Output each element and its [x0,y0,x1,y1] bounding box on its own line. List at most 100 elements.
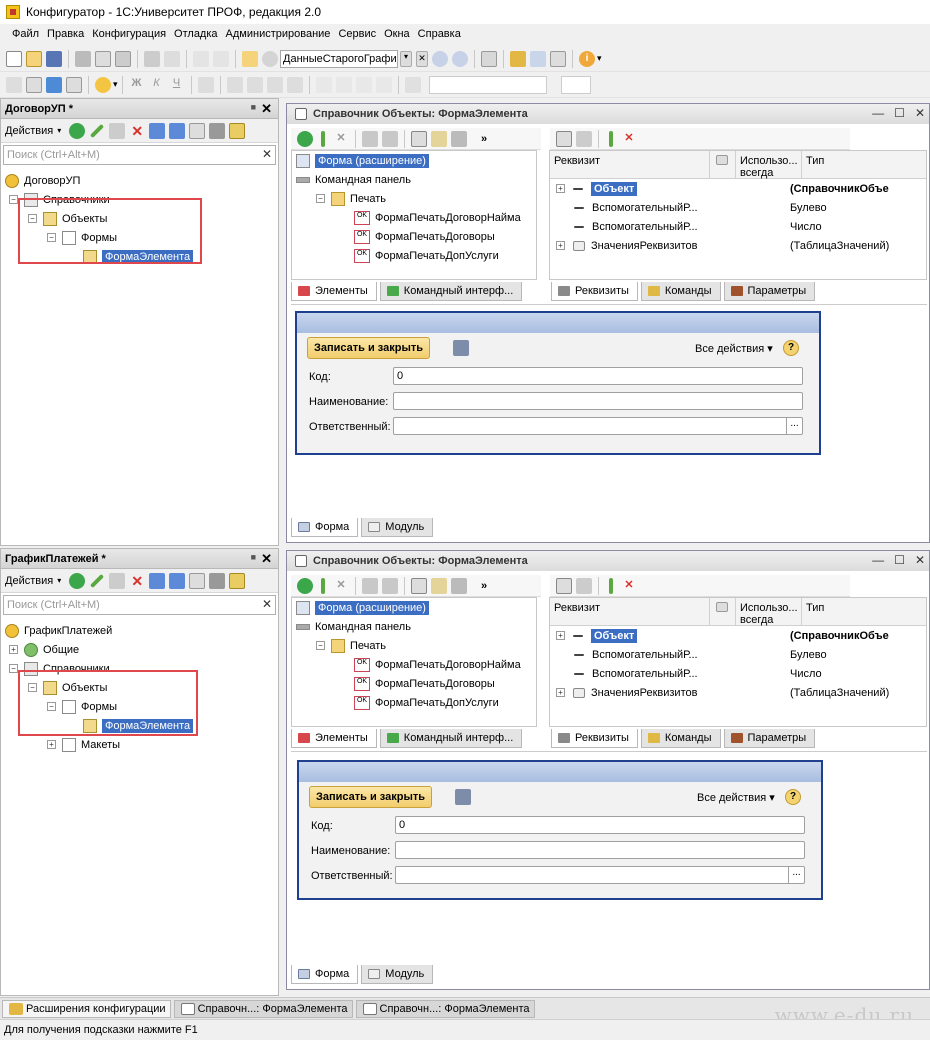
help-icon[interactable]: ? [785,789,801,805]
move-up-icon[interactable] [149,122,166,139]
attribute-row[interactable]: ВспомогательныйР... Число [550,664,926,683]
attribute-row[interactable]: + Объект (СправочникОбъе [550,626,926,645]
attribute-list-icon[interactable] [576,577,592,594]
undo-icon[interactable] [193,50,209,67]
tab-form[interactable]: Форма [291,518,359,537]
tree-node-root[interactable]: ДоговорУП [1,171,278,190]
search-combo[interactable]: ДанныеСтарогоГрафи [280,49,398,68]
pencil-icon[interactable] [609,577,613,594]
clear-search-icon[interactable]: ✕ [262,147,272,161]
save-icon[interactable] [46,50,62,67]
close-icon[interactable]: ✕ [915,106,925,120]
help-icon[interactable]: ? [783,340,799,356]
tab-attributes[interactable]: Реквизиты [551,282,638,301]
element-row[interactable]: OK ФормаПечатьДоговорНайма [292,655,536,674]
attribute-row[interactable]: ВспомогательныйР... Число [550,217,926,236]
grid-icon[interactable] [404,76,421,93]
find-in-folder-icon[interactable] [242,50,258,67]
add-icon[interactable] [69,122,86,139]
align-center-icon[interactable] [335,76,352,93]
element-row[interactable]: Форма (расширение) [292,151,536,170]
filter-icon[interactable] [209,122,226,139]
delete-icon[interactable]: ✕ [333,578,349,594]
attribute-row[interactable]: + ЗначенияРеквизитов (ТаблицаЗначений) [550,236,926,255]
menu-help[interactable]: Справка [414,28,465,40]
size-combo[interactable] [560,75,591,94]
tab-module[interactable]: Модуль [361,965,434,984]
menu-debug[interactable]: Отладка [170,28,221,40]
collapse-icon[interactable]: − [9,195,18,204]
add-icon[interactable] [69,572,86,589]
tab-parameters[interactable]: Параметры [723,282,816,301]
code-field[interactable]: 0 [393,367,803,385]
pencil-icon[interactable] [609,130,613,147]
tree-node-root[interactable]: ГрафикПлатежей [1,621,278,640]
element-row[interactable]: Командная панель [292,617,536,636]
tree-node-templates[interactable]: + Макеты [1,735,278,754]
col-type[interactable]: Тип [802,151,912,178]
run-dropdown-icon[interactable]: ▾ [113,79,118,90]
minimize-icon[interactable]: — [872,553,884,567]
pin-icon[interactable]: ■ [251,102,256,112]
open-folder-icon[interactable] [26,50,42,67]
fill-color-icon[interactable] [246,76,263,93]
cut-icon[interactable] [75,50,91,67]
tab-form[interactable]: Форма [291,965,359,984]
collapse-icon[interactable]: − [316,194,325,203]
preview-icon[interactable] [164,50,180,67]
italic-icon[interactable]: К [149,77,165,93]
bold-icon[interactable]: Ж [129,77,145,93]
menu-edit[interactable]: Правка [43,28,88,40]
menu-service[interactable]: Сервис [334,28,380,40]
toolbar-more-icon[interactable]: ▾ [597,53,602,64]
expand-icon[interactable]: + [556,688,565,697]
chevron-down-icon[interactable]: ▾ [57,576,61,585]
task-form-2[interactable]: Справочн...: ФормаЭлемента [355,999,535,1018]
borders-icon[interactable] [226,76,243,93]
attribute-row[interactable]: + ЗначенияРеквизитов (ТаблицаЗначений) [550,683,926,702]
move-down-icon[interactable] [169,122,186,139]
delete-icon[interactable]: ✕ [129,123,145,139]
attribute-row[interactable]: ВспомогательныйР... Булево [550,645,926,664]
copy-icon[interactable] [109,572,126,589]
col-rekvizit[interactable]: Реквизит [550,598,710,625]
col-type[interactable]: Тип [802,598,912,625]
expand-icon[interactable]: + [47,740,56,749]
attribute-list-icon[interactable] [576,130,592,147]
layout-icon[interactable] [431,577,447,594]
redo-icon[interactable] [213,50,229,67]
add-icon[interactable] [297,130,313,147]
properties-icon[interactable] [189,572,206,589]
save-close-button[interactable]: Записать и закрыть [307,337,431,359]
more-icon[interactable]: » [481,133,487,145]
move-down-icon[interactable] [382,130,398,147]
tab-command-interface[interactable]: Командный интерф... [379,729,523,748]
properties-icon[interactable] [189,122,206,139]
combo-dropdown-icon[interactable]: ▾ [400,50,412,67]
tab-elements[interactable]: Элементы [291,282,377,301]
all-actions-menu[interactable]: Все действия ▾ [697,791,775,804]
new-document-icon[interactable] [6,50,22,67]
filter-active-icon[interactable] [229,572,246,589]
save-icon[interactable] [453,340,469,356]
expand-icon[interactable]: + [556,241,565,250]
actions-menu[interactable]: Действия [5,125,53,137]
element-row[interactable]: Форма (расширение) [292,598,536,617]
tutorial-icon[interactable] [510,50,526,67]
paste-icon[interactable] [115,50,131,67]
calc-icon[interactable] [26,76,42,93]
tab-commands[interactable]: Команды [640,282,721,301]
attribute-row[interactable]: + Объект (СправочникОбъе [550,179,926,198]
menu-file[interactable]: Файл [8,28,43,40]
align-justify-icon[interactable] [375,76,392,93]
menu-administration[interactable]: Администрирование [222,28,335,40]
name-field[interactable] [395,841,805,859]
tree-search-input[interactable]: Поиск (Ctrl+Alt+M) ✕ [3,595,276,615]
close-icon[interactable]: ✕ [261,551,272,567]
search-icon[interactable] [262,50,278,67]
element-row[interactable]: − Печать [292,189,536,208]
find-next-icon[interactable] [432,50,448,67]
select-button[interactable]: ... [786,418,802,434]
tab-command-interface[interactable]: Командный интерф... [379,282,523,301]
element-row[interactable]: OK ФормаПечатьДоговоры [292,674,536,693]
